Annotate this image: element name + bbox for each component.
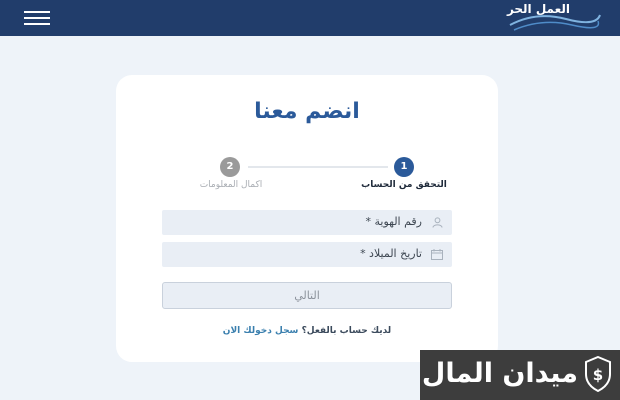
login-prompt-line: لديك حساب بالفعل؟ سجل دخولك الان — [116, 326, 498, 336]
signup-card: انضم معنا 1 2 التحقق من الحساب اكمال الم… — [116, 75, 498, 362]
step-1-label: التحقق من الحساب — [361, 180, 447, 190]
id-number-placeholder: رقم الهوية * — [365, 215, 422, 228]
calendar-icon — [431, 249, 443, 260]
hamburger-menu-icon[interactable] — [24, 11, 50, 25]
step-2-label: اكمال المعلومات — [199, 180, 263, 190]
birth-date-placeholder: تاريخ الميلاد * — [360, 247, 422, 260]
id-number-field[interactable]: رقم الهوية * — [162, 210, 452, 235]
step-2-indicator: 2 — [220, 157, 240, 177]
svg-text:$: $ — [593, 366, 603, 384]
user-icon — [432, 217, 443, 228]
watermark-text: ميدان المال — [421, 358, 578, 389]
step-1-indicator: 1 — [394, 157, 414, 177]
logo-text: العمل الحر — [506, 2, 570, 16]
watermark-banner: ميدان المال $ — [420, 350, 620, 400]
birth-date-field[interactable]: تاريخ الميلاد * — [162, 242, 452, 267]
login-question: لديك حساب بالفعل؟ — [301, 326, 392, 336]
top-navbar: العمل الحر — [0, 0, 620, 36]
stepper-connector — [248, 166, 388, 168]
login-link[interactable]: سجل دخولك الان — [223, 326, 299, 336]
site-logo[interactable]: العمل الحر — [506, 3, 602, 33]
page-title: انضم معنا — [254, 99, 360, 124]
next-button[interactable]: التالي — [162, 282, 452, 309]
shield-dollar-icon: $ — [585, 356, 611, 392]
